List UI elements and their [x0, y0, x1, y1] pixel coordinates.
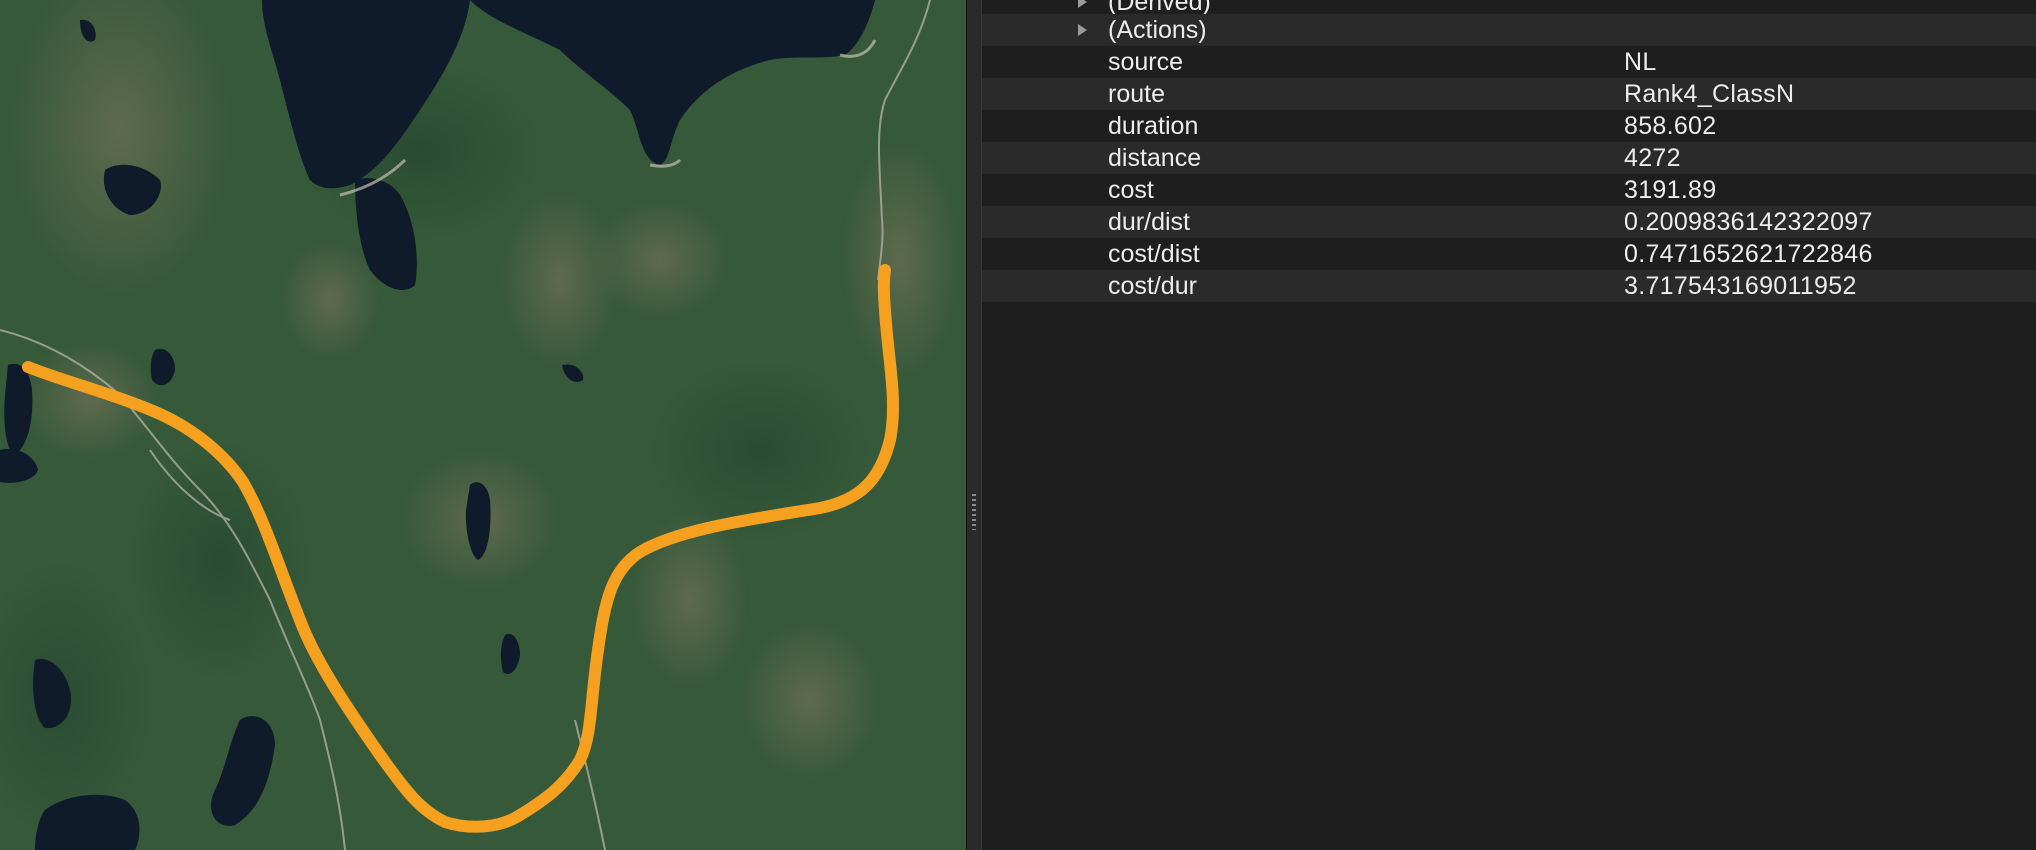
property-key: route [1108, 80, 1165, 108]
property-row-cost: cost 3191.89 [982, 174, 2036, 206]
group-label: (Actions) [1108, 16, 1207, 44]
property-row-route: route Rank4_ClassN [982, 78, 2036, 110]
group-row-actions[interactable]: (Actions) [982, 14, 2036, 46]
property-value: 0.7471652621722846 [1624, 240, 1873, 268]
property-value: 3191.89 [1624, 176, 1717, 204]
property-value: 3.717543169011952 [1624, 272, 1857, 300]
property-key: source [1108, 48, 1184, 76]
inspector-panel: (Derived) (Actions) source NL route Rank… [982, 0, 2036, 850]
split-view-divider[interactable] [966, 0, 982, 850]
property-row-dur-dist: dur/dist 0.2009836142322097 [982, 206, 2036, 238]
property-value: 4272 [1624, 144, 1681, 172]
property-row-duration: duration 858.602 [982, 110, 2036, 142]
satellite-map[interactable] [0, 0, 966, 850]
property-key: cost/dur [1108, 272, 1197, 300]
property-row-cost-dist: cost/dist 0.7471652621722846 [982, 238, 2036, 270]
property-value: 0.2009836142322097 [1624, 208, 1873, 236]
property-row-cost-dur: cost/dur 3.717543169011952 [982, 270, 2036, 302]
property-value: 858.602 [1624, 112, 1717, 140]
disclosure-triangle-icon[interactable] [1075, 0, 1089, 14]
map-view[interactable] [0, 0, 966, 850]
property-key: cost/dist [1108, 240, 1200, 268]
property-key: cost [1108, 176, 1154, 204]
disclosure-triangle-icon[interactable] [1075, 14, 1089, 46]
group-label: (Derived) [1108, 0, 1211, 14]
resize-handle-icon[interactable] [972, 494, 976, 530]
property-row-distance: distance 4272 [982, 142, 2036, 174]
property-value: NL [1624, 48, 1657, 76]
property-row-source: source NL [982, 46, 2036, 78]
group-row-derived[interactable]: (Derived) [982, 0, 2036, 14]
property-key: dur/dist [1108, 208, 1190, 236]
property-value: Rank4_ClassN [1624, 80, 1795, 108]
property-key: distance [1108, 144, 1202, 172]
property-key: duration [1108, 112, 1199, 140]
app-window: (Derived) (Actions) source NL route Rank… [0, 0, 2036, 850]
